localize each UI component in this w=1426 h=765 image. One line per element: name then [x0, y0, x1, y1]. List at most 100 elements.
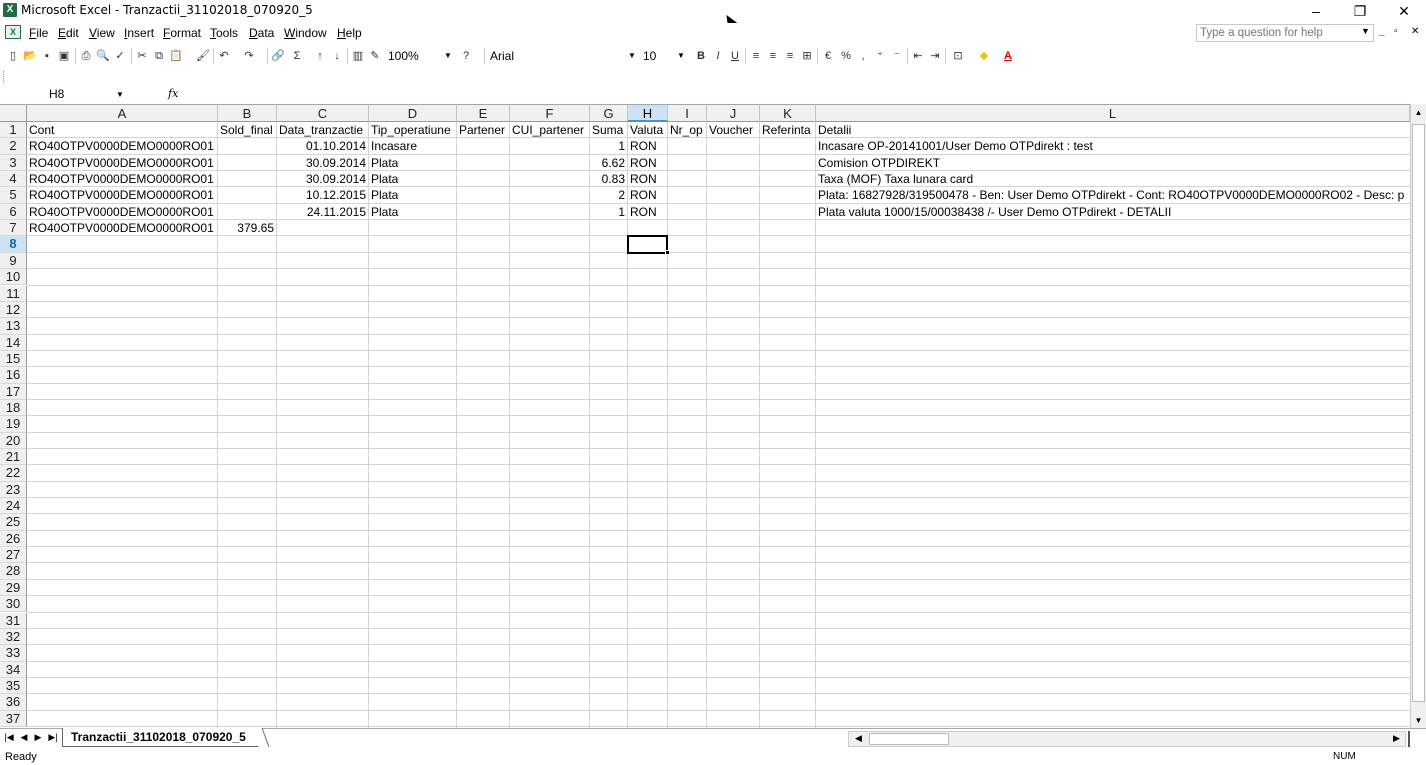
- row-header[interactable]: 26: [0, 530, 27, 548]
- print-preview-icon[interactable]: 🔍: [95, 48, 111, 64]
- row-header[interactable]: 9: [0, 252, 27, 270]
- permission-icon[interactable]: ▣: [56, 48, 72, 64]
- new-icon[interactable]: ▯: [5, 48, 21, 64]
- row-header[interactable]: 3: [0, 154, 27, 172]
- hyperlink-icon[interactable]: 🔗: [270, 48, 286, 64]
- table-cell[interactable]: Plata: [369, 204, 456, 220]
- table-cell[interactable]: 379.65: [218, 220, 276, 236]
- horizontal-scroll-thumb[interactable]: [869, 733, 949, 745]
- decrease-decimal-icon[interactable]: ⁻: [889, 48, 905, 64]
- row-header[interactable]: 13: [0, 318, 27, 335]
- table-cell[interactable]: Plata: [369, 171, 456, 187]
- table-cell[interactable]: 2: [590, 187, 627, 203]
- minimize-button[interactable]: –: [1294, 0, 1338, 22]
- header-cell[interactable]: Cont: [27, 122, 217, 138]
- row-header[interactable]: 7: [0, 220, 27, 237]
- row-header[interactable]: 4: [0, 171, 27, 188]
- header-cell[interactable]: Data_tranzactie: [277, 122, 368, 138]
- fill-color-icon[interactable]: ◆: [976, 48, 992, 64]
- italic-button[interactable]: I: [710, 48, 726, 64]
- header-cell[interactable]: Valuta: [628, 122, 667, 138]
- underline-button[interactable]: U: [727, 48, 743, 64]
- header-cell[interactable]: Referinta: [760, 122, 815, 138]
- row-header[interactable]: 25: [0, 514, 27, 531]
- header-cell[interactable]: Nr_op: [668, 122, 706, 138]
- row-header[interactable]: 6: [0, 203, 27, 221]
- table-cell[interactable]: RO40OTPV0000DEMO0000RO01: [27, 204, 217, 220]
- percent-button[interactable]: %: [838, 48, 854, 64]
- menu-window[interactable]: Window: [284, 26, 327, 40]
- header-cell[interactable]: Partener: [457, 122, 509, 138]
- row-header[interactable]: 14: [0, 334, 27, 351]
- row-header[interactable]: 11: [0, 285, 27, 302]
- name-box[interactable]: H8: [3, 86, 128, 103]
- currency-icon[interactable]: €: [820, 48, 836, 64]
- header-cell[interactable]: Sold_final: [218, 122, 276, 138]
- table-cell[interactable]: Plata valuta 1000/15/00038438 /- User De…: [816, 204, 1409, 220]
- scroll-right-icon[interactable]: ▶: [1393, 733, 1400, 744]
- header-cell[interactable]: Detalii: [816, 122, 1409, 138]
- row-header[interactable]: 35: [0, 677, 27, 695]
- table-cell[interactable]: 01.10.2014: [277, 138, 368, 154]
- toolbar-grip-icon[interactable]: [3, 71, 6, 83]
- column-header-e[interactable]: E: [457, 105, 510, 122]
- restore-button[interactable]: ❐: [1338, 0, 1382, 22]
- row-header[interactable]: 31: [0, 612, 27, 629]
- cut-icon[interactable]: ✂: [134, 48, 150, 64]
- doc-restore-button[interactable]: ▫: [1394, 26, 1398, 37]
- row-header[interactable]: 16: [0, 367, 27, 384]
- help-icon[interactable]: ?: [458, 48, 474, 64]
- table-cell[interactable]: 24.11.2015: [277, 204, 368, 220]
- table-cell[interactable]: 1: [590, 204, 627, 220]
- row-header[interactable]: 20: [0, 432, 27, 449]
- prev-sheet-icon[interactable]: ◀: [18, 732, 30, 743]
- column-header-b[interactable]: B: [218, 105, 277, 122]
- table-cell[interactable]: Plata: [369, 187, 456, 203]
- open-icon[interactable]: 📂: [22, 48, 38, 64]
- table-cell[interactable]: 0.83: [590, 171, 627, 187]
- excel-app-icon[interactable]: X: [3, 3, 17, 17]
- row-header[interactable]: 28: [0, 563, 27, 580]
- table-cell[interactable]: 30.09.2014: [277, 171, 368, 187]
- row-header[interactable]: 5: [0, 187, 27, 204]
- help-dropdown-icon[interactable]: ▼: [1361, 26, 1370, 36]
- table-cell[interactable]: RO40OTPV0000DEMO0000RO01: [27, 220, 217, 236]
- column-header-d[interactable]: D: [369, 105, 457, 122]
- column-header-l[interactable]: L: [816, 105, 1410, 122]
- increase-decimal-icon[interactable]: ⁺: [872, 48, 888, 64]
- undo-icon[interactable]: ↶: [216, 48, 232, 64]
- format-painter-icon[interactable]: 🖌: [195, 48, 211, 64]
- drawing-icon[interactable]: ✎: [367, 48, 383, 64]
- insert-function-icon[interactable]: fx: [168, 87, 178, 100]
- table-cell[interactable]: Taxa (MOF) Taxa lunara card: [816, 171, 1409, 187]
- paste-icon[interactable]: 📋: [168, 48, 184, 64]
- table-cell[interactable]: RON: [628, 171, 667, 187]
- row-header[interactable]: 23: [0, 481, 27, 499]
- menu-insert[interactable]: Insert: [124, 26, 154, 40]
- column-header-f[interactable]: F: [510, 105, 590, 122]
- column-header-h[interactable]: H: [628, 105, 668, 122]
- sort-descending-icon[interactable]: ↓: [329, 48, 345, 64]
- table-cell[interactable]: Plata: [369, 155, 456, 171]
- zoom-dropdown-icon[interactable]: ▼: [444, 47, 452, 65]
- column-header-j[interactable]: J: [707, 105, 760, 122]
- borders-icon[interactable]: ⊡: [950, 48, 966, 64]
- table-cell[interactable]: RO40OTPV0000DEMO0000RO01: [27, 171, 217, 187]
- select-all-corner[interactable]: [0, 105, 27, 122]
- workbook-icon[interactable]: X: [5, 25, 21, 39]
- row-header[interactable]: 8: [0, 236, 27, 253]
- horizontal-scrollbar[interactable]: ◀ ▶: [848, 731, 1406, 747]
- font-size-dropdown-icon[interactable]: ▼: [677, 47, 685, 65]
- column-header-a[interactable]: A: [27, 105, 218, 122]
- menu-help[interactable]: Help: [337, 26, 362, 40]
- formula-input[interactable]: [182, 86, 1422, 103]
- align-right-icon[interactable]: ≡: [782, 48, 798, 64]
- table-cell[interactable]: Incasare: [369, 138, 456, 154]
- row-header[interactable]: 29: [0, 579, 27, 597]
- row-header[interactable]: 27: [0, 547, 27, 564]
- row-header[interactable]: 19: [0, 416, 27, 433]
- column-header-g[interactable]: G: [590, 105, 628, 122]
- column-header-i[interactable]: I: [668, 105, 707, 122]
- comma-button[interactable]: ,: [855, 48, 871, 64]
- spelling-icon[interactable]: ✓: [112, 48, 128, 64]
